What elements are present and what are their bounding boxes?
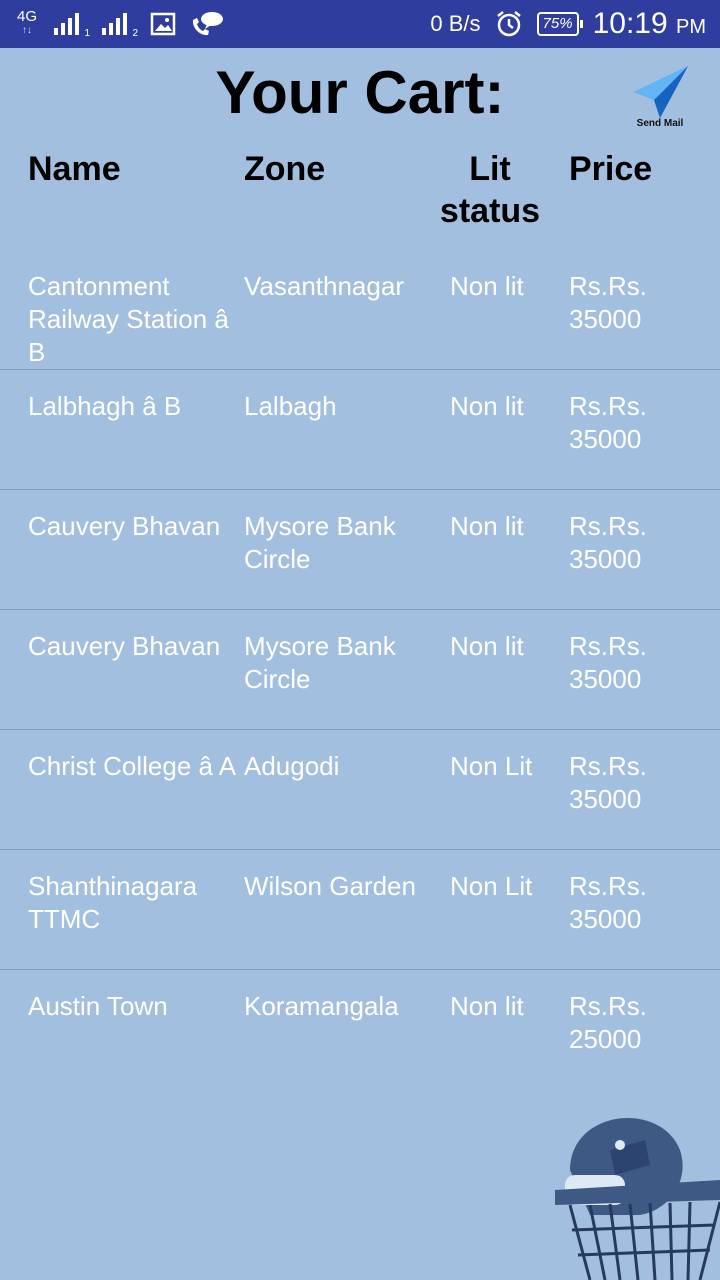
cell-price: Rs.Rs. 35000 xyxy=(569,871,647,934)
send-mail-icon xyxy=(634,66,688,118)
table-row[interactable]: Cauvery Bhavan Mysore Bank Circle Non li… xyxy=(0,490,720,610)
cell-lit-status: Non lit xyxy=(450,991,524,1021)
cell-lit-status: Non Lit xyxy=(450,871,533,901)
table-row[interactable]: Austin Town Koramangala Non lit Rs.Rs. 2… xyxy=(0,970,720,1089)
cell-name: Christ College â A xyxy=(28,751,237,781)
table-row[interactable]: Shanthinagara TTMC Wilson Garden Non Lit… xyxy=(0,850,720,970)
cell-price: Rs.Rs. 35000 xyxy=(569,751,647,814)
cell-zone: Mysore Bank Circle xyxy=(244,511,396,574)
cart-mascot-illustration xyxy=(555,1117,720,1280)
data-speed: 0 B/s xyxy=(430,11,481,36)
table-row[interactable]: Christ College â A Adugodi Non Lit Rs.Rs… xyxy=(0,730,720,850)
cell-lit-status: Non lit xyxy=(450,271,524,301)
cart-list: Cantonment Railway Station â B Vasanthna… xyxy=(0,250,720,1089)
lit-header-line2: status xyxy=(439,192,541,230)
cell-zone: Koramangala xyxy=(244,991,399,1021)
cell-name: Austin Town xyxy=(28,991,168,1021)
cell-name: Lalbhagh â B xyxy=(28,391,182,421)
send-mail-button[interactable]: Send Mail xyxy=(626,64,694,136)
cell-lit-status: Non Lit xyxy=(450,751,533,781)
cell-price: Rs.Rs. 25000 xyxy=(569,991,647,1054)
battery-icon: 75% xyxy=(536,12,583,36)
sim1-label: 1 xyxy=(84,28,90,39)
status-left: 4G ↑↓ 1 2 xyxy=(14,8,224,40)
signal-icon: 1 xyxy=(54,13,90,39)
cell-lit-status: Non lit xyxy=(450,511,524,541)
alarm-icon xyxy=(496,11,521,37)
table-row[interactable]: Cauvery Bhavan Mysore Bank Circle Non li… xyxy=(0,610,720,730)
column-header-lit-status: Lit status xyxy=(435,148,545,232)
network-type: 4G xyxy=(16,8,37,25)
cell-zone: Vasanthnagar xyxy=(244,271,404,301)
status-right: 0 B/s 75% 10:19 PM xyxy=(430,7,706,41)
gallery-icon xyxy=(150,12,176,36)
signal-icon: 2 xyxy=(102,13,138,39)
cell-zone: Wilson Garden xyxy=(244,871,416,901)
cell-price: Rs.Rs. 35000 xyxy=(569,271,647,334)
column-header-price: Price xyxy=(569,150,653,188)
cell-name: Cauvery Bhavan xyxy=(28,631,221,661)
phone-chat-icon xyxy=(192,12,223,36)
column-header-zone: Zone xyxy=(244,150,326,188)
clock: 10:19 PM xyxy=(593,7,706,41)
cell-zone: Mysore Bank Circle xyxy=(244,631,396,694)
sim2-label: 2 xyxy=(132,28,138,39)
table-row[interactable]: Lalbhagh â B Lalbagh Non lit Rs.Rs. 3500… xyxy=(0,370,720,490)
cell-zone: Lalbagh xyxy=(244,391,337,421)
cell-lit-status: Non lit xyxy=(450,391,524,421)
page-title: Your Cart: xyxy=(215,59,505,126)
cell-price: Rs.Rs. 35000 xyxy=(569,391,647,454)
lit-header-line1: Lit xyxy=(469,150,511,188)
battery-level: 75% xyxy=(542,15,573,32)
cell-name: Cantonment Railway Station â B xyxy=(28,271,229,367)
send-mail-label: Send Mail xyxy=(636,118,684,129)
network-4g-icon: 4G ↑↓ xyxy=(16,8,37,36)
table-header: Name Zone Lit status Price xyxy=(0,148,720,248)
cell-zone: Adugodi xyxy=(244,751,340,781)
clock-time: 10:19 xyxy=(592,7,668,40)
cell-price: Rs.Rs. 35000 xyxy=(569,511,647,574)
cell-lit-status: Non lit xyxy=(450,631,524,661)
status-bar: 4G ↑↓ 1 2 0 B/s 75% 10:19 PM xyxy=(0,0,720,48)
clock-ampm: PM xyxy=(676,16,706,38)
cell-name: Cauvery Bhavan xyxy=(28,511,221,541)
cell-name: Shanthinagara TTMC xyxy=(28,871,198,934)
column-header-name: Name xyxy=(28,150,121,188)
table-row[interactable]: Cantonment Railway Station â B Vasanthna… xyxy=(0,250,720,370)
cell-price: Rs.Rs. 35000 xyxy=(569,631,647,694)
